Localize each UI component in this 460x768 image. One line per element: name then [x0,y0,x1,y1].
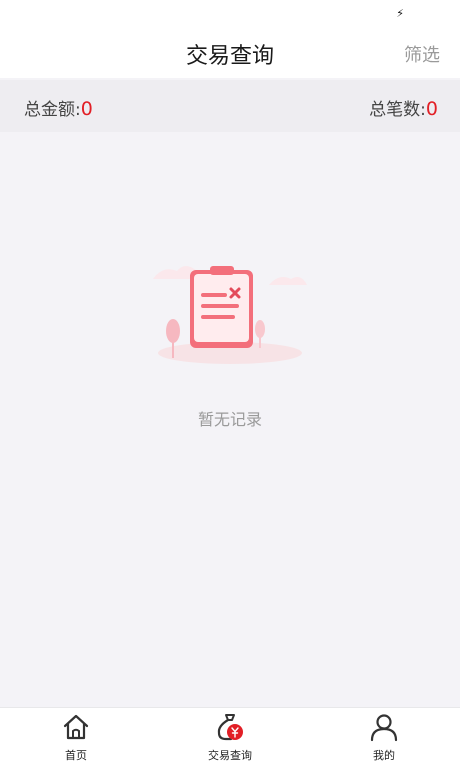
tab-bar: 首页 交易查询 我的 [0,707,460,768]
summary-bar: 总金额:0 总笔数:0 [0,80,460,132]
header: 交易查询 筛选 [0,28,460,78]
empty-state: 暂无记录 [0,245,460,430]
tab-mine-label: 我的 [373,749,395,762]
total-amount: 总金额:0 [24,95,93,120]
total-count-label: 总笔数: [369,100,426,120]
empty-message: 暂无记录 [197,410,262,429]
tab-transaction-query-label: 交易查询 [208,749,252,762]
total-count-value: 0 [425,98,438,120]
tab-transaction-query[interactable]: 交易查询 [170,712,290,763]
tab-mine[interactable]: 我的 [324,712,444,763]
empty-clipboard-icon [153,266,307,364]
page-title: 交易查询 [185,44,274,69]
user-icon [370,714,398,742]
tab-home-label: 首页 [65,749,87,762]
tab-home[interactable]: 首页 [16,712,136,763]
filter-button[interactable]: 筛选 [404,41,440,67]
home-icon [63,714,89,740]
money-bag-icon [217,714,243,741]
charging-icon: ⚡ [396,7,404,20]
total-amount-value: 0 [80,98,93,120]
status-bar: ⚡ [0,0,460,28]
total-count: 总笔数:0 [369,95,438,120]
total-amount-label: 总金额: [24,100,81,120]
